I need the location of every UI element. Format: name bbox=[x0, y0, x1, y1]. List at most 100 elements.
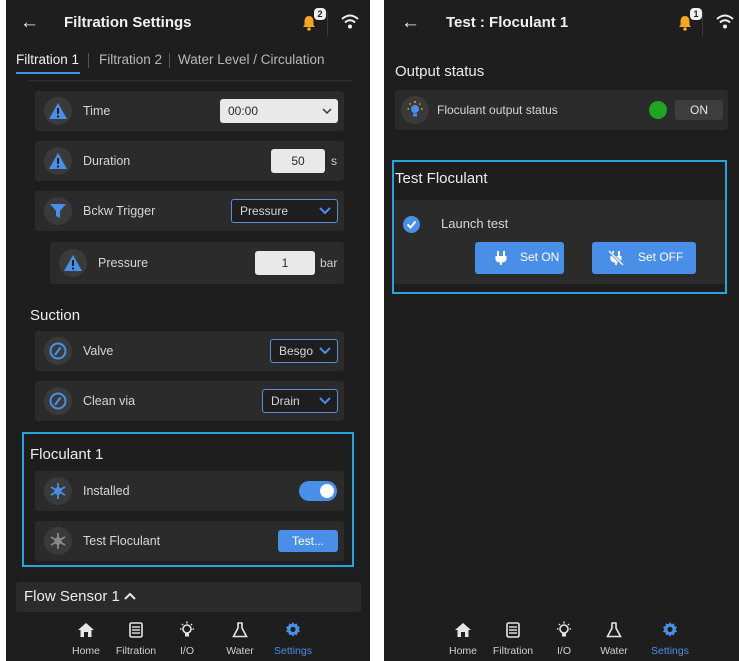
scroll-divider bbox=[28, 80, 353, 81]
wifi-icon bbox=[716, 14, 734, 30]
tab-divider bbox=[88, 53, 89, 68]
wifi-icon bbox=[341, 14, 359, 30]
bckw-trigger-select[interactable]: Pressure bbox=[231, 199, 338, 223]
time-label: Time bbox=[83, 104, 111, 118]
installed-toggle[interactable] bbox=[299, 481, 337, 501]
nav-water[interactable]: Water bbox=[589, 617, 639, 657]
flow-sensor-title: Flow Sensor 1 bbox=[24, 588, 120, 605]
floculant-section-title: Floculant 1 bbox=[30, 446, 104, 463]
launch-test-label: Launch test bbox=[441, 216, 509, 231]
test-floculant-button[interactable]: Test... bbox=[278, 530, 338, 552]
nav-home[interactable]: Home bbox=[61, 617, 111, 657]
test-floculant-title: Test Floculant bbox=[395, 170, 488, 187]
snowflake-icon bbox=[44, 477, 72, 505]
nav-filtration-label: Filtration bbox=[492, 645, 534, 657]
valve-row: Valve Besgo bbox=[35, 331, 344, 371]
filtration-icon bbox=[111, 621, 161, 645]
notification-count: 1 bbox=[690, 8, 702, 20]
time-value: 00:00 bbox=[228, 104, 259, 118]
pressure-label: Pressure bbox=[98, 256, 149, 270]
nav-home[interactable]: Home bbox=[438, 617, 488, 657]
header-divider bbox=[327, 12, 328, 36]
flask-icon bbox=[589, 621, 639, 645]
floculant-output-label: Floculant output status bbox=[437, 103, 558, 117]
nav-settings[interactable]: Settings bbox=[645, 617, 695, 657]
nav-io[interactable]: I/O bbox=[539, 617, 589, 657]
pressure-row: Pressure 1 bar bbox=[50, 242, 344, 284]
header: ← Test : Floculant 1 1 bbox=[384, 0, 739, 46]
bckw-trigger-value: Pressure bbox=[240, 204, 289, 218]
nav-settings-label: Settings bbox=[651, 645, 689, 657]
tab-filtration-1[interactable]: Filtration 1 bbox=[16, 52, 79, 67]
check-circle-icon bbox=[403, 216, 420, 233]
plug-off-icon bbox=[607, 249, 625, 269]
gear-icon bbox=[645, 621, 695, 645]
chevron-down-icon bbox=[322, 99, 332, 131]
notification-bell-icon[interactable]: 2 bbox=[300, 8, 326, 32]
nav-filtration-label: Filtration bbox=[115, 645, 157, 657]
valve-select[interactable]: Besgo bbox=[270, 339, 338, 363]
nav-settings[interactable]: Settings bbox=[268, 617, 318, 657]
clean-via-value: Drain bbox=[271, 394, 300, 408]
bottom-nav: Home Filtration I/O Water Settings bbox=[6, 617, 370, 661]
tab-bar: Filtration 1 Filtration 2 Water Level / … bbox=[6, 46, 370, 76]
tab-filtration-2[interactable]: Filtration 2 bbox=[99, 52, 162, 67]
nav-home-label: Home bbox=[71, 645, 100, 657]
nav-home-label: Home bbox=[448, 645, 477, 657]
page-title: Test : Floculant 1 bbox=[446, 14, 569, 31]
test-floculant-screen: ← Test : Floculant 1 1 Output status Flo… bbox=[384, 0, 739, 661]
floculant-output-row: Floculant output status ON bbox=[395, 90, 728, 130]
status-led bbox=[649, 101, 667, 119]
nav-filtration[interactable]: Filtration bbox=[488, 617, 538, 657]
pressure-input[interactable]: 1 bbox=[255, 251, 315, 275]
chevron-down-icon bbox=[319, 390, 331, 419]
set-on-button[interactable]: Set ON bbox=[475, 242, 564, 274]
back-arrow-icon[interactable]: ← bbox=[401, 13, 420, 32]
clean-via-label: Clean via bbox=[83, 394, 136, 408]
page-title: Filtration Settings bbox=[64, 14, 192, 31]
home-icon bbox=[438, 621, 488, 645]
bottom-nav: Home Filtration I/O Water Settings bbox=[384, 617, 739, 661]
nav-io[interactable]: I/O bbox=[162, 617, 212, 657]
output-status-title: Output status bbox=[395, 63, 485, 80]
gauge-icon bbox=[44, 387, 72, 415]
installed-row: Installed bbox=[35, 471, 344, 511]
warning-triangle-icon bbox=[44, 147, 72, 175]
flow-sensor-header[interactable]: Flow Sensor 1 bbox=[16, 582, 361, 612]
warning-triangle-icon bbox=[59, 249, 87, 277]
duration-unit: s bbox=[331, 154, 337, 168]
chevron-down-icon bbox=[319, 340, 331, 369]
notification-count: 2 bbox=[314, 8, 326, 20]
home-icon bbox=[61, 621, 111, 645]
toggle-knob bbox=[320, 484, 334, 498]
notification-bell-icon[interactable]: 1 bbox=[676, 8, 702, 32]
gear-icon bbox=[268, 621, 318, 645]
nav-water[interactable]: Water bbox=[215, 617, 265, 657]
set-off-label: Set OFF bbox=[638, 250, 684, 264]
nav-filtration[interactable]: Filtration bbox=[111, 617, 161, 657]
installed-label: Installed bbox=[83, 484, 130, 498]
bulb-icon bbox=[539, 621, 589, 645]
time-row: Time 00:00 bbox=[35, 91, 344, 131]
test-floculant-row: Test Floculant Test... bbox=[35, 521, 344, 561]
tab-divider bbox=[169, 53, 170, 68]
chevron-down-icon bbox=[319, 200, 331, 229]
bulb-icon bbox=[401, 96, 429, 124]
flask-icon bbox=[215, 621, 265, 645]
valve-label: Valve bbox=[83, 344, 114, 358]
time-select[interactable]: 00:00 bbox=[220, 99, 338, 123]
duration-input[interactable]: 50 bbox=[271, 149, 325, 173]
set-off-button[interactable]: Set OFF bbox=[592, 242, 696, 274]
tab-water-level-circulation[interactable]: Water Level / Circulation bbox=[178, 52, 325, 67]
filtration-icon bbox=[488, 621, 538, 645]
duration-row: Duration 50 s bbox=[35, 141, 344, 181]
status-badge: ON bbox=[675, 100, 723, 120]
pressure-unit: bar bbox=[320, 256, 338, 270]
back-arrow-icon[interactable]: ← bbox=[20, 13, 39, 32]
filtration-settings-screen: ← Filtration Settings 2 Filtration 1 Fil… bbox=[6, 0, 370, 661]
warning-triangle-icon bbox=[44, 97, 72, 125]
header-divider bbox=[702, 12, 703, 36]
gauge-icon bbox=[44, 337, 72, 365]
clean-via-select[interactable]: Drain bbox=[262, 389, 338, 413]
funnel-icon bbox=[44, 197, 72, 225]
